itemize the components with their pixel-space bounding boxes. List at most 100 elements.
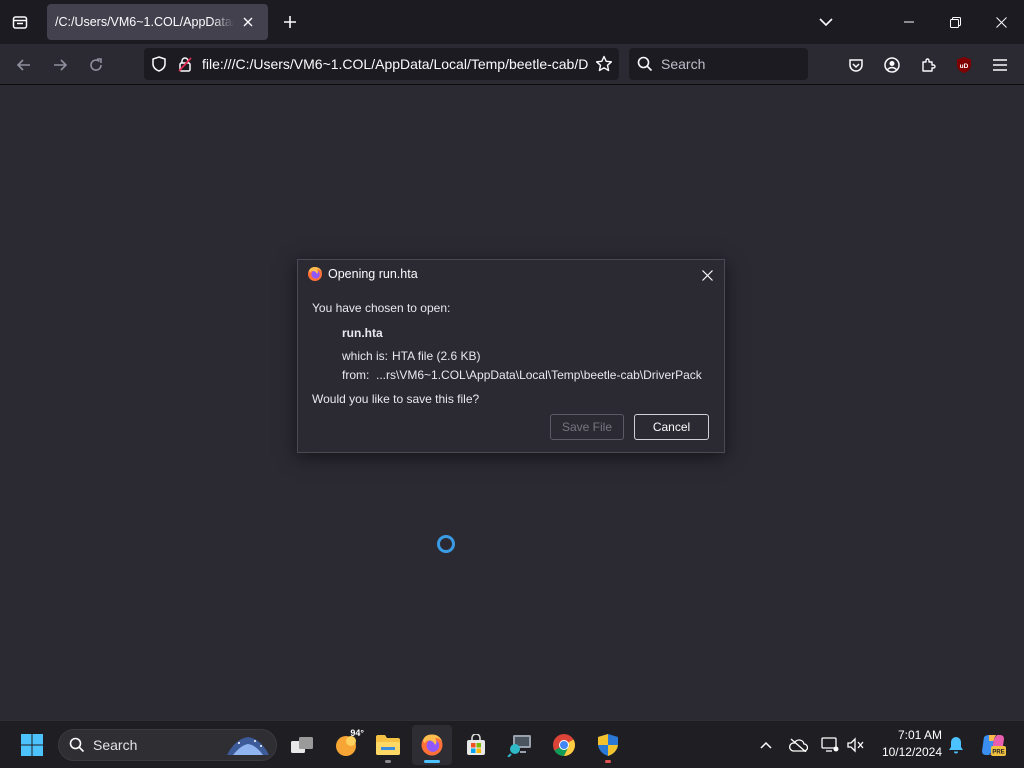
firefox-view-icon — [12, 16, 28, 29]
clock-date: 10/12/2024 — [881, 745, 942, 759]
close-icon — [995, 16, 1007, 28]
chevron-down-icon — [819, 18, 833, 27]
tracking-protection-shield-icon[interactable] — [146, 48, 172, 80]
search-input[interactable]: Search — [629, 48, 808, 80]
restore-icon — [949, 16, 961, 28]
clock-time: 7:01 AM — [897, 728, 942, 742]
restore-button[interactable] — [932, 0, 978, 44]
url-bar[interactable]: file:///C:/Users/VM6~1.COL/AppData/Local… — [144, 48, 619, 80]
firefox-logo-icon — [421, 734, 443, 756]
plus-icon — [284, 16, 296, 28]
search-placeholder: Search — [661, 56, 706, 72]
list-all-tabs-button[interactable] — [814, 10, 838, 34]
reload-icon — [90, 58, 102, 71]
close-window-button[interactable] — [978, 0, 1024, 44]
firefox-view-button[interactable] — [6, 8, 34, 36]
close-icon — [701, 269, 713, 281]
taskbar-security-shield-app[interactable] — [588, 725, 628, 765]
search-icon — [637, 56, 653, 72]
url-text: file:///C:/Users/VM6~1.COL/AppData/Local… — [202, 56, 589, 72]
tab-strip: /C:/Users/VM6~1.COL/AppData/Local/Temp/b… — [0, 0, 1024, 44]
start-button[interactable] — [12, 725, 52, 765]
forward-button[interactable] — [46, 51, 74, 79]
taskbar: Search 94° 7:01 AM 10/12/2024 PRE — [0, 720, 1024, 768]
show-hidden-icons-button[interactable] — [754, 733, 778, 757]
search-highlight-image-icon — [227, 737, 269, 755]
file-type-label: which is: — [342, 349, 389, 363]
minimize-icon — [904, 21, 914, 23]
file-source-label: from: — [342, 368, 370, 382]
taskbar-chrome[interactable] — [544, 725, 584, 765]
dialog-intro-text: You have chosen to open: — [312, 301, 451, 315]
close-icon — [243, 17, 253, 27]
task-view-button[interactable] — [282, 725, 322, 765]
puzzle-icon — [922, 58, 936, 72]
taskbar-remote-desktop[interactable] — [500, 725, 540, 765]
minimize-button[interactable] — [886, 0, 932, 44]
widgets-weather-button[interactable]: 94° — [326, 725, 366, 765]
notifications-button[interactable] — [944, 733, 968, 757]
back-button[interactable] — [10, 51, 38, 79]
dialog-close-button[interactable] — [696, 264, 718, 286]
bell-icon — [949, 737, 963, 754]
pocket-button[interactable] — [842, 51, 870, 79]
running-indicator — [385, 760, 391, 763]
svg-text:PRE: PRE — [992, 750, 1004, 756]
chrome-logo-icon — [553, 734, 575, 756]
loading-spinner — [437, 535, 455, 553]
tab-title: /C:/Users/VM6~1.COL/AppData/Local/Temp/b… — [55, 15, 234, 29]
running-indicator — [605, 760, 611, 763]
account-icon — [884, 57, 900, 73]
volume-tray-icon[interactable] — [843, 733, 867, 757]
copilot-icon: PRE — [982, 735, 1006, 756]
dialog-title: Opening run.hta — [328, 267, 418, 281]
file-type-value: HTA file (2.6 KB) — [392, 349, 481, 363]
firefox-logo-icon — [308, 267, 322, 281]
opening-file-dialog: Opening run.hta You have chosen to open:… — [297, 259, 725, 453]
taskbar-search-label: Search — [93, 737, 138, 753]
network-tray-icon[interactable] — [818, 733, 842, 757]
save-file-button[interactable]: Save File — [550, 414, 624, 440]
taskbar-firefox[interactable] — [412, 725, 452, 765]
taskbar-microsoft-store[interactable] — [456, 725, 496, 765]
ublock-icon: uD — [957, 57, 971, 73]
taskbar-search-box[interactable]: Search — [58, 729, 277, 761]
folder-icon — [376, 735, 400, 755]
volume-muted-icon — [847, 737, 864, 753]
app-menu-button[interactable] — [986, 51, 1014, 79]
navigation-toolbar: file:///C:/Users/VM6~1.COL/AppData/Local… — [0, 44, 1024, 85]
chevron-up-icon — [760, 741, 772, 749]
active-indicator — [424, 760, 440, 763]
pocket-icon — [849, 59, 863, 72]
uac-shield-icon — [598, 734, 618, 756]
extensions-button[interactable] — [914, 51, 942, 79]
back-arrow-icon — [16, 59, 30, 71]
task-view-icon — [291, 737, 313, 753]
file-name: run.hta — [342, 326, 383, 340]
network-icon — [821, 737, 839, 752]
save-question-text: Would you like to save this file? — [312, 392, 480, 406]
onedrive-tray-icon[interactable] — [786, 733, 810, 757]
store-bag-icon — [467, 734, 485, 755]
windows-logo-icon — [21, 734, 43, 756]
copilot-button[interactable]: PRE — [979, 733, 1007, 757]
bookmark-star-icon[interactable] — [589, 48, 619, 80]
weather-temperature: 94° — [350, 728, 364, 738]
ublock-origin-button[interactable]: uD — [950, 51, 978, 79]
hamburger-menu-icon — [993, 59, 1007, 71]
new-tab-button[interactable] — [278, 10, 302, 34]
cloud-offline-icon — [789, 738, 808, 752]
tab-close-button[interactable] — [238, 12, 258, 32]
taskbar-clock[interactable]: 7:01 AM 10/12/2024 — [874, 727, 942, 761]
file-source-value: ...rs\VM6~1.COL\AppData\Local\Temp\beetl… — [376, 368, 702, 382]
cancel-button[interactable]: Cancel — [634, 414, 709, 440]
account-button[interactable] — [878, 51, 906, 79]
reload-button[interactable] — [82, 51, 110, 79]
insecure-lock-icon[interactable] — [172, 48, 198, 80]
svg-text:uD: uD — [960, 63, 969, 70]
tab-current[interactable]: /C:/Users/VM6~1.COL/AppData/Local/Temp/b… — [47, 4, 268, 40]
search-icon — [69, 737, 85, 753]
taskbar-file-explorer[interactable] — [368, 725, 408, 765]
remote-monitor-icon — [507, 735, 531, 757]
forward-arrow-icon — [54, 59, 68, 71]
